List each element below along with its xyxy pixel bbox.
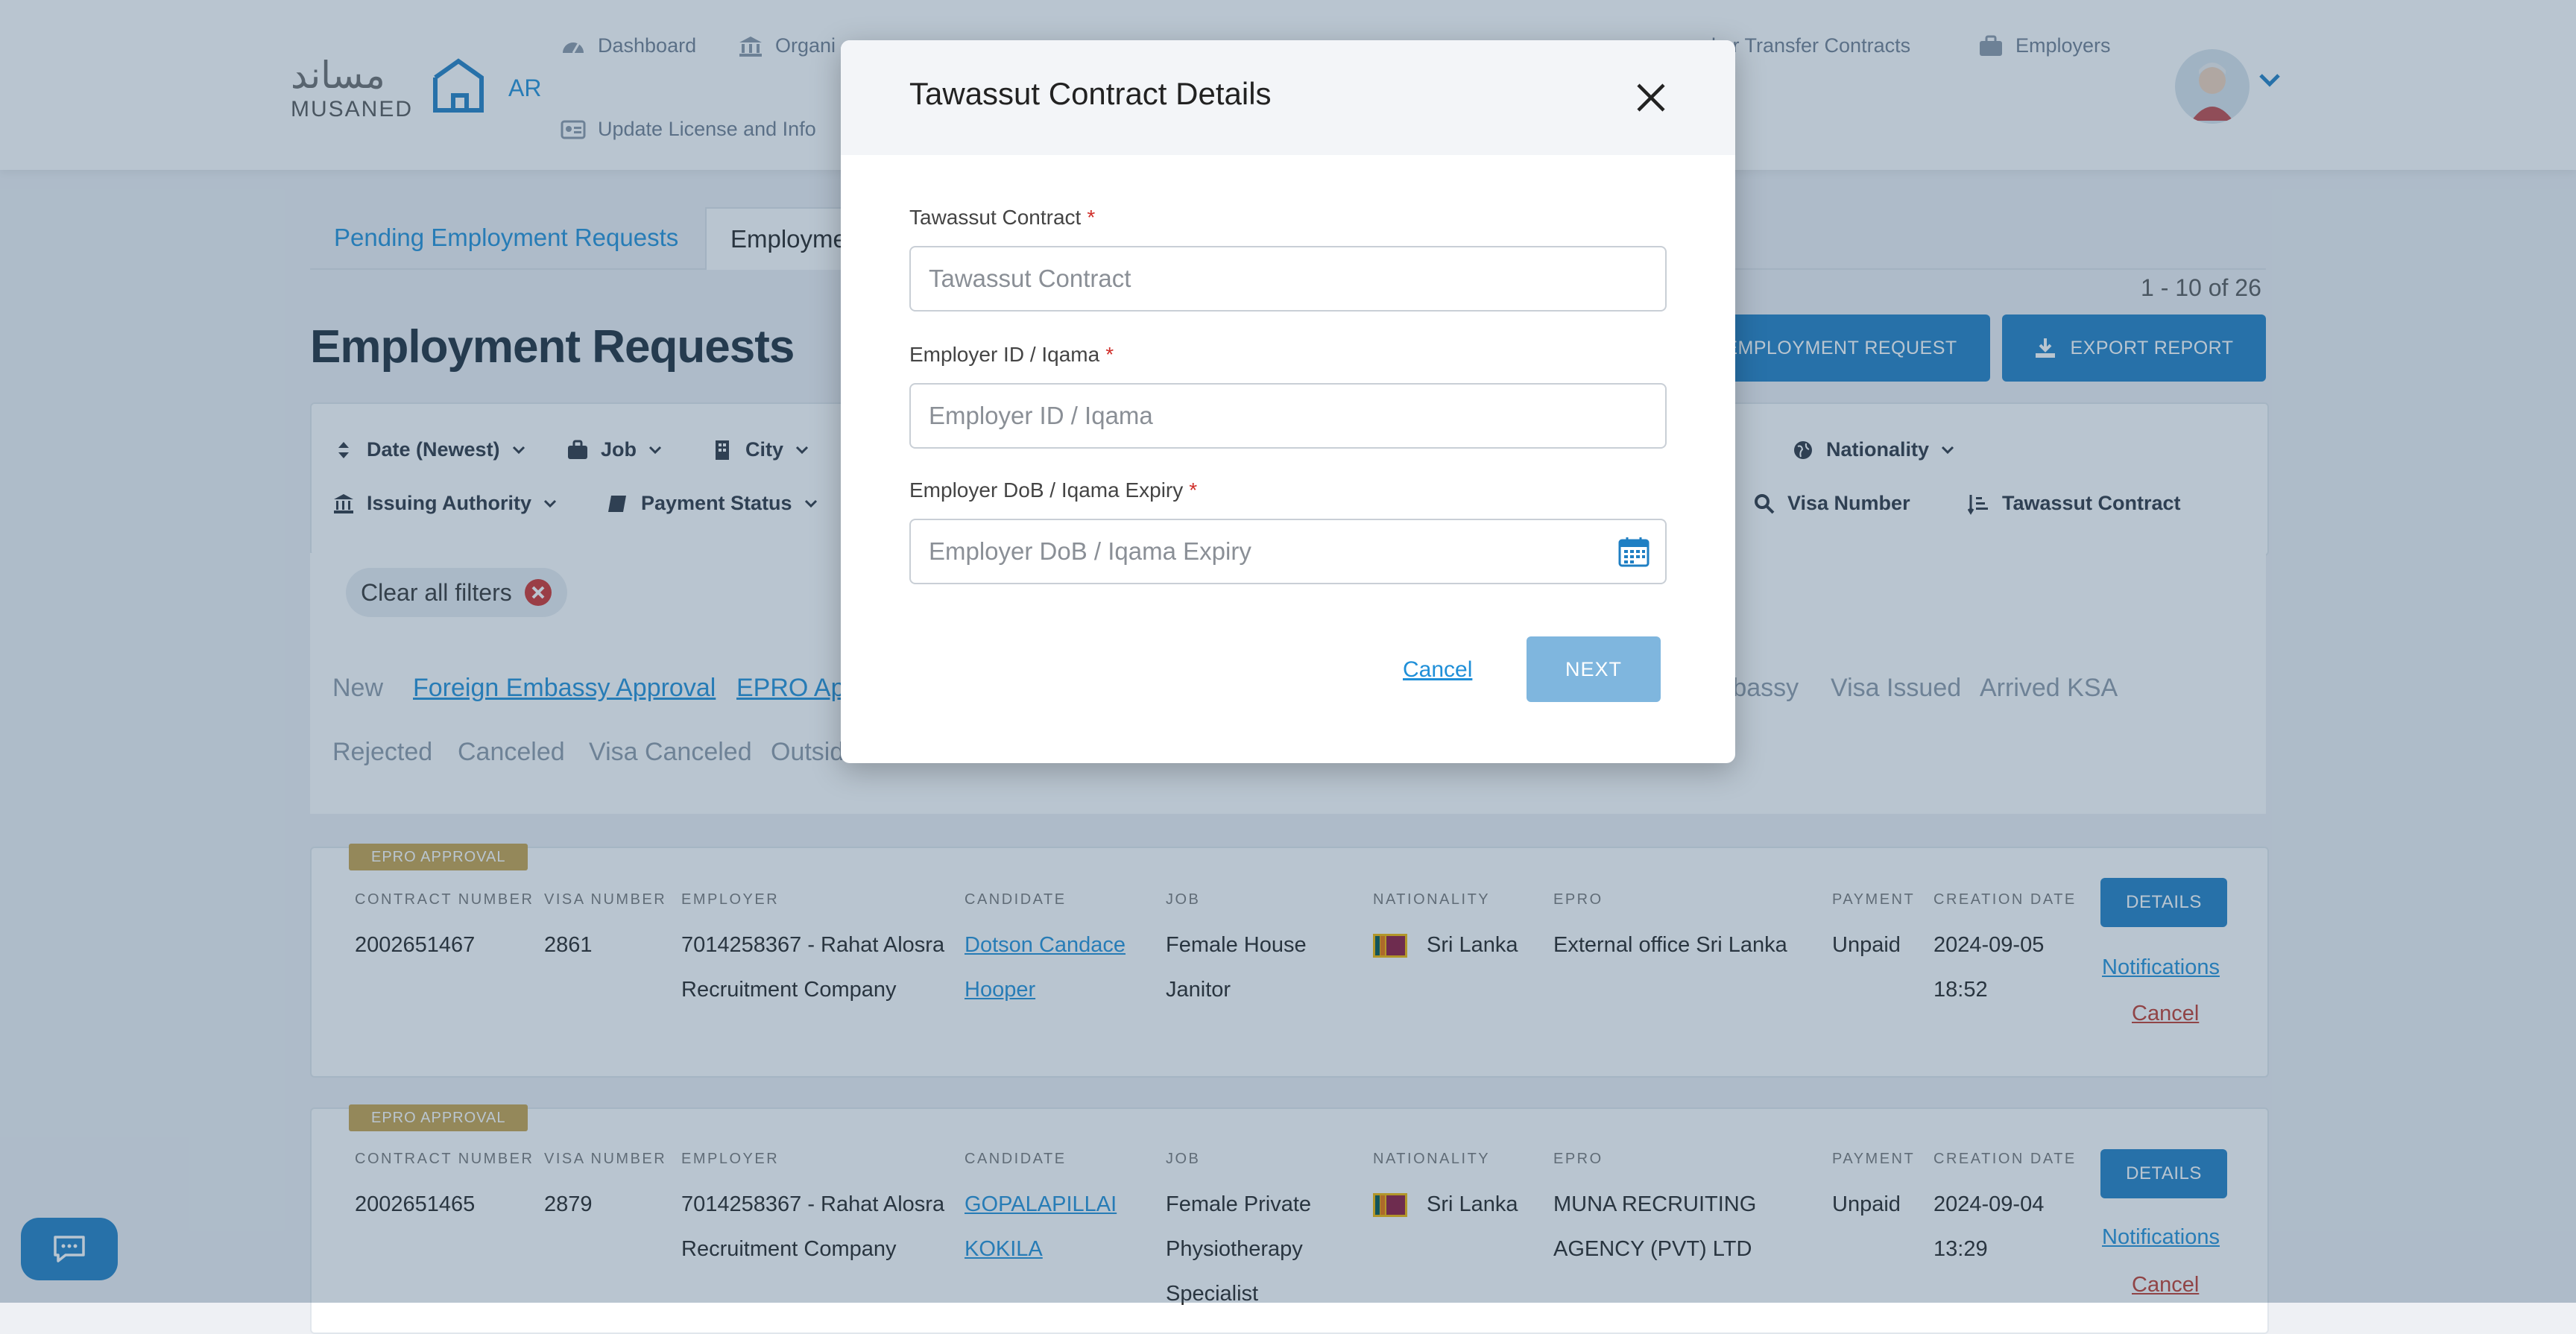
required-mark: *: [1105, 343, 1114, 366]
employer-dob-label: Employer DoB / Iqama Expiry *: [909, 478, 1197, 502]
required-mark: *: [1189, 478, 1198, 502]
calendar-icon[interactable]: [1617, 535, 1650, 568]
tawassut-contract-label-text: Tawassut Contract: [909, 206, 1082, 229]
modal-next-button[interactable]: NEXT: [1527, 636, 1661, 702]
modal-cancel-link[interactable]: Cancel: [1403, 657, 1472, 683]
employer-id-input[interactable]: [909, 383, 1667, 449]
employer-dob-label-text: Employer DoB / Iqama Expiry: [909, 478, 1184, 502]
employer-dob-input[interactable]: [909, 519, 1667, 584]
tawassut-contract-modal: Tawassut Contract Details Tawassut Contr…: [841, 40, 1735, 763]
close-icon[interactable]: [1634, 80, 1668, 115]
required-mark: *: [1087, 206, 1096, 229]
modal-title: Tawassut Contract Details: [909, 76, 1272, 111]
tawassut-contract-input[interactable]: [909, 246, 1667, 312]
tawassut-contract-label: Tawassut Contract *: [909, 206, 1095, 230]
modal-header: Tawassut Contract Details: [841, 40, 1735, 155]
employer-id-label-text: Employer ID / Iqama: [909, 343, 1100, 366]
employer-id-label: Employer ID / Iqama *: [909, 343, 1114, 367]
